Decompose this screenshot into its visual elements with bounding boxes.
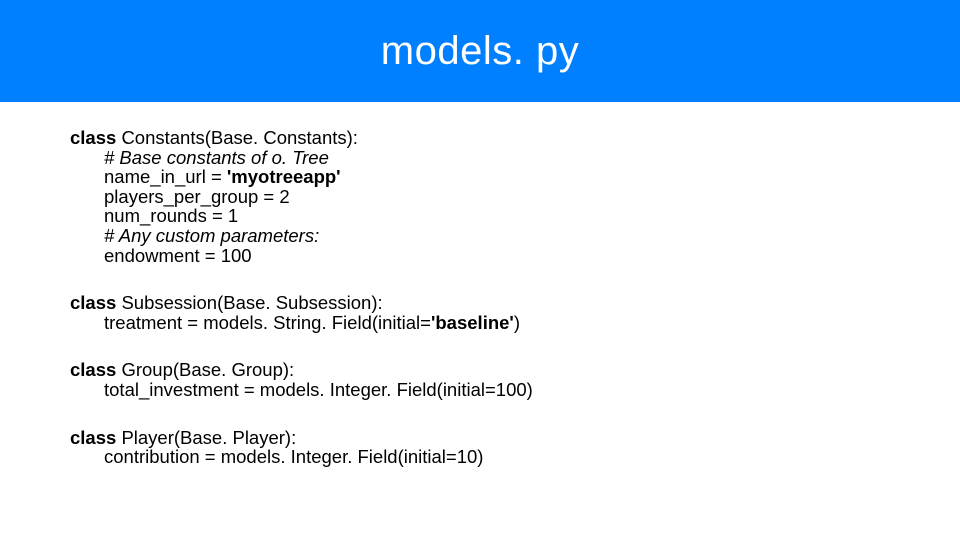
code-line: endowment = 100 [70, 246, 533, 266]
slide-title: models. py [381, 29, 579, 74]
title-bar: models. py [0, 0, 960, 102]
constants-block: class Constants(Base. Constants): # Base… [70, 128, 533, 265]
code-line: class Subsession(Base. Subsession): [70, 293, 533, 313]
code-line: name_in_url = 'myotreeapp' [70, 167, 533, 187]
player-block: class Player(Base. Player): contribution… [70, 428, 533, 467]
code-line: # Base constants of o. Tree [70, 148, 533, 168]
slide: models. py class Constants(Base. Constan… [0, 0, 960, 540]
subsession-block: class Subsession(Base. Subsession): trea… [70, 293, 533, 332]
code-line: # Any custom parameters: [70, 226, 533, 246]
code-line: class Constants(Base. Constants): [70, 128, 533, 148]
code-content: class Constants(Base. Constants): # Base… [70, 128, 533, 495]
code-line: treatment = models. String. Field(initia… [70, 313, 533, 333]
group-block: class Group(Base. Group): total_investme… [70, 360, 533, 399]
code-line: players_per_group = 2 [70, 187, 533, 207]
code-line: total_investment = models. Integer. Fiel… [70, 380, 533, 400]
code-line: contribution = models. Integer. Field(in… [70, 447, 533, 467]
code-line: num_rounds = 1 [70, 206, 533, 226]
code-line: class Group(Base. Group): [70, 360, 533, 380]
code-line: class Player(Base. Player): [70, 428, 533, 448]
